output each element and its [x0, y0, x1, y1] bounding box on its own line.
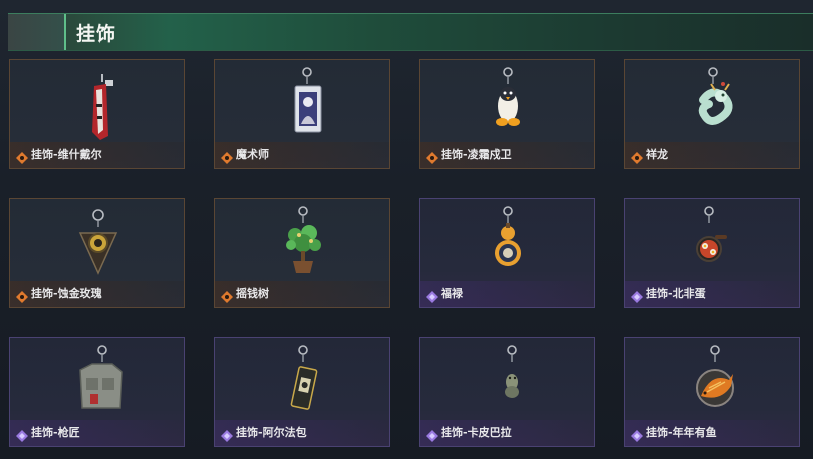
charm-card[interactable]: 挂饰-蚀金玫瑰	[9, 198, 185, 308]
card-footer: 挂饰-维什戴尔	[10, 142, 184, 168]
orange-rarity-diamond-icon	[16, 288, 28, 303]
card-footer: 挂饰-年年有鱼	[625, 420, 799, 446]
card-footer: 摇钱树	[215, 281, 389, 307]
header-tab-stub	[8, 14, 66, 50]
charm-name: 魔术师	[236, 148, 269, 161]
jade-dragon-charm-icon	[698, 67, 733, 125]
section-header: 挂饰	[8, 13, 813, 51]
card-footer: 挂饰-凌霜戍卫	[420, 142, 594, 168]
charm-card[interactable]: 福禄	[419, 198, 595, 308]
purple-rarity-diamond-icon	[426, 288, 438, 303]
purple-rarity-diamond-icon	[631, 288, 643, 303]
gourd-charm-icon	[495, 206, 521, 266]
charm-card[interactable]: 挂饰-年年有鱼	[624, 337, 800, 447]
orange-rarity-diamond-icon	[221, 149, 233, 164]
charm-name: 祥龙	[646, 148, 668, 161]
money-tree-charm-icon	[286, 206, 321, 273]
penguin-charm-icon	[496, 67, 520, 126]
gold-rose-emblem-charm-icon	[78, 209, 118, 275]
charm-card[interactable]: 祥龙	[624, 59, 800, 169]
charm-name: 福禄	[441, 287, 463, 300]
card-footer: 魔术师	[215, 142, 389, 168]
card-footer: 挂饰-北非蛋	[625, 281, 799, 307]
charm-name: 挂饰-枪匠	[31, 426, 80, 439]
charm-card[interactable]: 挂饰-卡皮巴拉	[419, 337, 595, 447]
card-footer: 挂饰-枪匠	[10, 420, 184, 446]
capybara-charm-icon	[505, 345, 519, 398]
purple-rarity-diamond-icon	[221, 427, 233, 442]
shakshuka-pan-charm-icon	[696, 206, 727, 262]
fish-plate-charm-icon	[696, 345, 734, 407]
charm-name: 挂饰-北非蛋	[646, 287, 706, 300]
charm-card[interactable]: 挂饰-枪匠	[9, 337, 185, 447]
charm-name: 挂饰-蚀金玫瑰	[31, 287, 102, 300]
alpha-pack-charm-icon	[290, 345, 318, 410]
charm-card[interactable]: 挂饰-凌霜戍卫	[419, 59, 595, 169]
charm-name: 挂饰-维什戴尔	[31, 148, 102, 161]
orange-rarity-diamond-icon	[426, 149, 438, 164]
charm-card[interactable]: 挂饰-北非蛋	[624, 198, 800, 308]
orange-rarity-diamond-icon	[631, 149, 643, 164]
charm-card[interactable]: 摇钱树	[214, 198, 390, 308]
charm-name: 摇钱树	[236, 287, 269, 300]
magician-card-charm-icon	[294, 67, 322, 133]
card-footer: 挂饰-卡皮巴拉	[420, 420, 594, 446]
charm-name: 挂饰-阿尔法包	[236, 426, 307, 439]
charm-name: 挂饰-卡皮巴拉	[441, 426, 512, 439]
vest-charm-icon	[79, 345, 123, 409]
charm-name: 挂饰-凌霜戍卫	[441, 148, 512, 161]
purple-rarity-diamond-icon	[631, 427, 643, 442]
purple-rarity-diamond-icon	[16, 427, 28, 442]
orange-rarity-diamond-icon	[16, 149, 28, 164]
charm-card[interactable]: 挂饰-维什戴尔	[9, 59, 185, 169]
purple-rarity-diamond-icon	[426, 427, 438, 442]
card-footer: 挂饰-阿尔法包	[215, 420, 389, 446]
card-footer: 福禄	[420, 281, 594, 307]
card-footer: 祥龙	[625, 142, 799, 168]
card-footer: 挂饰-蚀金玫瑰	[10, 281, 184, 307]
orange-rarity-diamond-icon	[221, 288, 233, 303]
charm-card[interactable]: 挂饰-阿尔法包	[214, 337, 390, 447]
section-title: 挂饰	[76, 23, 117, 45]
charm-card[interactable]: 魔术师	[214, 59, 390, 169]
charm-name: 挂饰-年年有鱼	[646, 426, 717, 439]
red-blade-charm-icon	[92, 74, 113, 140]
